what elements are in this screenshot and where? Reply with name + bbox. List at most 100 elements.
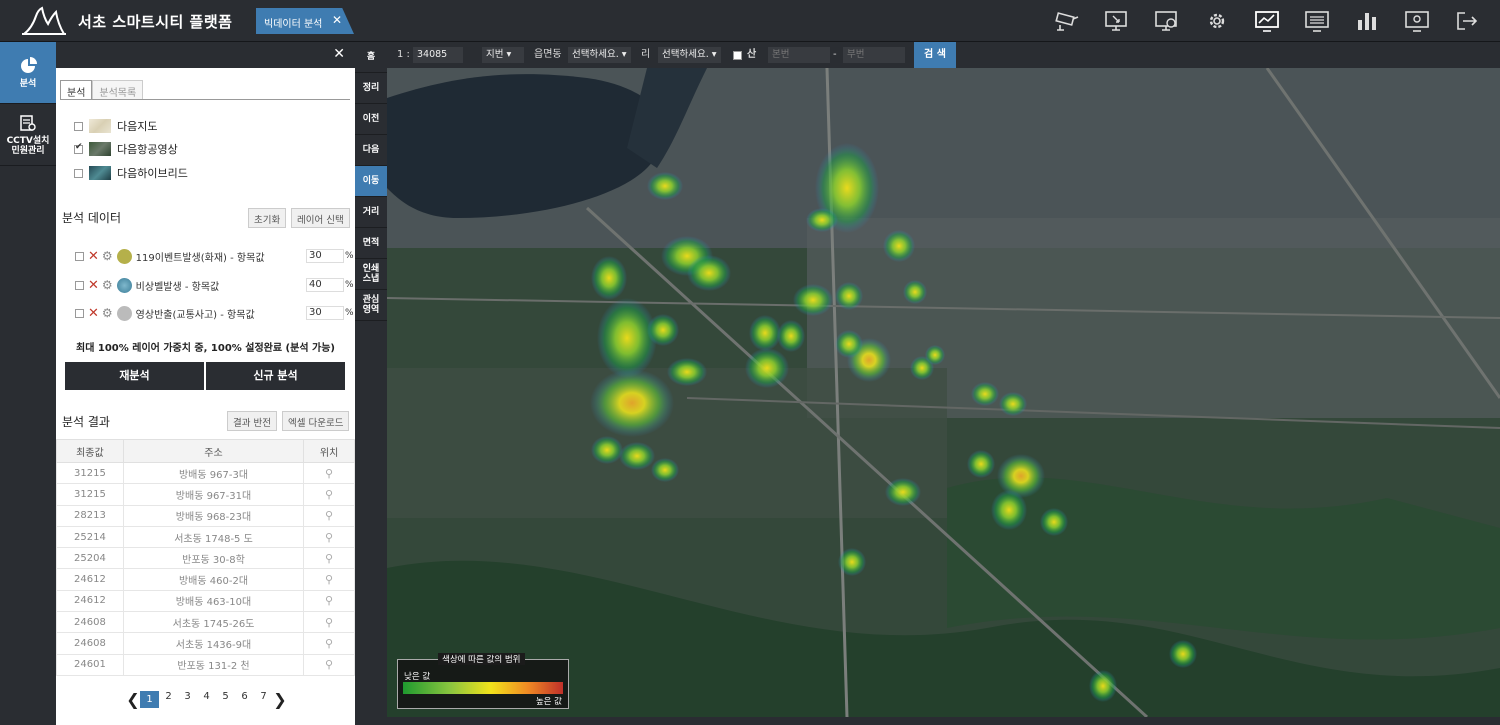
main-number-input[interactable]: 본번 [768,47,830,63]
layer-select-button[interactable]: 레이어 신택 [291,208,350,228]
reanalyze-button[interactable]: 재분석 [65,362,204,390]
gear-icon[interactable]: ⚙ [102,306,113,320]
left-nav: 분석 CCTV설치 민원관리 [0,42,56,725]
map-tool-button[interactable]: 홈 [355,42,387,73]
map-tool-button[interactable]: 이동 [355,166,387,197]
location-pin-icon[interactable]: ⚲ [325,594,333,607]
reset-button[interactable]: 초기화 [248,208,287,228]
map-view[interactable]: 색상에 따른 값의 범위 낮은 값 높은 값 [387,68,1500,717]
monitor-gear-icon[interactable] [1152,9,1182,33]
result-value: 25204 [56,547,124,570]
excel-download-button[interactable]: 엑셀 다운로드 [282,411,350,431]
nav-item-analysis[interactable]: 분석 [0,42,56,104]
basemap-option-hybrid[interactable]: 다음하이브리드 [74,165,188,181]
next-page-icon[interactable]: ❯ [273,690,287,709]
page-button[interactable]: 4 [197,691,216,708]
result-value: 24608 [56,632,124,655]
basemap-option-aerial[interactable]: 다음항공영상 [74,141,178,157]
location-pin-icon[interactable]: ⚲ [325,467,333,480]
location-cell: ⚲ [303,632,355,655]
monitor-list-icon[interactable] [1302,9,1332,33]
page-button[interactable]: 5 [216,691,235,708]
map-tool-button[interactable]: 정리 [355,73,387,104]
table-row[interactable]: 24608 서초동 1436-9대 ⚲ [56,632,355,655]
remove-icon[interactable]: ✕ [88,249,99,264]
sub-number-input[interactable]: 부번 [843,47,905,63]
column-header[interactable]: 위치 [303,439,355,463]
checkbox[interactable] [75,251,84,261]
logout-icon[interactable] [1452,9,1482,33]
checkbox[interactable] [74,121,83,131]
aerial-map[interactable] [387,68,1500,717]
panel-close-icon[interactable]: ✕ [333,46,345,62]
tab-analysis-list[interactable]: 분석목록 [92,80,144,100]
monitor-settings-icon[interactable] [1102,9,1132,33]
gear-icon[interactable]: ⚙ [102,249,113,263]
ri-select[interactable]: 선택하세요. ▾ [658,47,721,63]
location-pin-icon[interactable]: ⚲ [325,573,333,586]
map-tool-button[interactable]: 면적 [355,228,387,259]
map-tool-button[interactable]: 다음 [355,135,387,166]
table-row[interactable]: 28213 방배동 968-23대 ⚲ [56,504,355,527]
location-pin-icon[interactable]: ⚲ [325,509,333,522]
invert-result-button[interactable]: 결과 반전 [227,411,277,431]
table-row[interactable]: 24601 반포동 131-2 천 ⚲ [56,653,355,676]
table-row[interactable]: 24608 서초동 1745-26도 ⚲ [56,611,355,634]
scale-input[interactable]: 34085 [413,47,463,63]
dash: - [833,49,837,60]
tab-label: 빅데이터 분석 [264,19,323,30]
bar-chart-icon[interactable] [1352,9,1382,33]
remove-icon[interactable]: ✕ [88,306,99,321]
monitor-config-icon[interactable] [1402,9,1432,33]
layer-weight-input[interactable]: 30 [306,306,344,320]
layer-weight-input[interactable]: 40 [306,278,344,292]
column-header[interactable]: 최종값 [56,439,124,463]
table-row[interactable]: 31215 방배동 967-3대 ⚲ [56,461,355,485]
new-analysis-button[interactable]: 신규 분석 [206,362,345,390]
location-pin-icon[interactable]: ⚲ [325,552,333,565]
mountain-checkbox[interactable] [733,51,742,60]
search-button[interactable]: 검 색 [914,42,956,68]
checkbox[interactable] [75,280,84,290]
layer-weight-input[interactable]: 30 [306,249,344,263]
page-button[interactable]: 3 [178,691,197,708]
eup-select[interactable]: 선택하세요. ▾ [568,47,631,63]
gear-icon[interactable] [1202,9,1232,33]
analysis-panel: ✕ 분석 분석목록 다음지도 다음항공영상 다음하이브리드 분석 데이터 초기화… [56,42,355,725]
location-pin-icon[interactable]: ⚲ [325,637,333,650]
checkbox[interactable] [74,142,83,154]
map-tool-button[interactable]: 관심 영역 [355,290,387,321]
tab-close-icon[interactable]: ✕ [332,13,342,27]
location-pin-icon[interactable]: ⚲ [325,616,333,629]
page-button[interactable]: 1 [140,691,159,708]
map-tool-button[interactable]: 이전 [355,104,387,135]
table-row[interactable]: 25214 서초동 1748-5 도 ⚲ [56,525,355,549]
tab-bigdata-analysis[interactable]: 빅데이터 분석 ✕ [256,8,354,34]
map-tool-button[interactable]: 인쇄 스냅 [355,259,387,290]
nav-item-label: 분석 [19,78,37,89]
remove-icon[interactable]: ✕ [88,278,99,293]
basemap-option-daum[interactable]: 다음지도 [74,118,157,134]
page-button[interactable]: 7 [254,691,273,708]
tab-analysis[interactable]: 분석 [60,80,93,100]
gear-icon[interactable]: ⚙ [102,278,113,292]
table-row[interactable]: 31215 방배동 967-31대 ⚲ [56,483,355,506]
table-row[interactable]: 25204 반포동 30-8학 ⚲ [56,547,355,570]
location-cell: ⚲ [303,525,355,549]
jibun-select[interactable]: 지번 ▾ [482,47,524,63]
nav-item-cctv[interactable]: CCTV설치 민원관리 [0,104,56,166]
prev-page-icon[interactable]: ❮ [126,690,140,709]
cctv-icon[interactable] [1052,9,1082,33]
checkbox[interactable] [75,308,84,318]
page-button[interactable]: 2 [159,691,178,708]
checkbox[interactable] [74,168,83,178]
table-row[interactable]: 24612 방배동 463-10대 ⚲ [56,589,355,613]
map-tool-button[interactable]: 거리 [355,197,387,228]
location-pin-icon[interactable]: ⚲ [325,658,333,671]
location-pin-icon[interactable]: ⚲ [325,488,333,501]
page-button[interactable]: 6 [235,691,254,708]
column-header[interactable]: 주소 [122,439,305,463]
location-pin-icon[interactable]: ⚲ [325,531,333,544]
monitor-chart-icon[interactable] [1252,9,1282,33]
table-row[interactable]: 24612 방배동 460-2대 ⚲ [56,568,355,591]
